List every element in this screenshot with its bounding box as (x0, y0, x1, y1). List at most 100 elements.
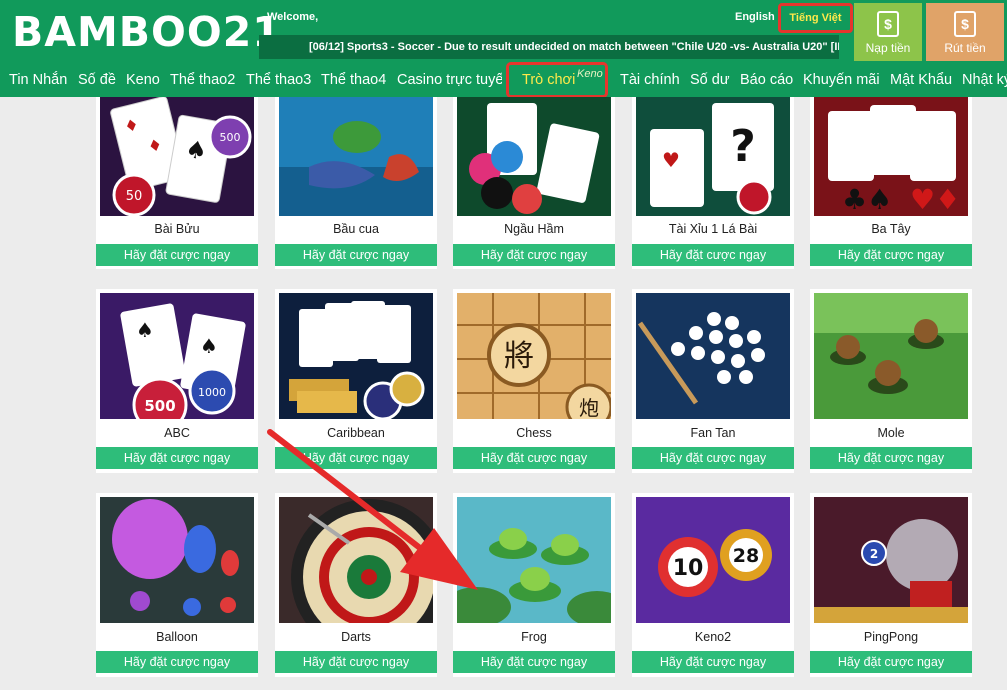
chip-label: 50 (126, 189, 143, 204)
game-thumbnail (279, 293, 433, 419)
game-name: Ba Tây (871, 222, 911, 236)
nav-password[interactable]: Mật Khẩu (890, 64, 952, 97)
nav-sports2[interactable]: Thể thao2 (170, 64, 235, 97)
game-thumbnail (636, 293, 790, 419)
welcome-text: Welcome, (267, 11, 319, 23)
nav-keno[interactable]: Keno (126, 64, 160, 97)
chess-piece-label: 將 (504, 339, 534, 374)
main-nav: Tin Nhắn Số đề Keno Thể thao2 Thể thao3 … (0, 64, 1007, 97)
game-name: Tài Xỉu 1 Lá Bài (668, 222, 758, 236)
keno-badge: Keno (577, 68, 603, 80)
game-thumbnail: ♠ ♠ 500 1000 (100, 293, 254, 419)
bet-now-button[interactable]: Hãy đặt cược ngay (632, 651, 794, 673)
money-icon: $ (954, 11, 976, 37)
game-name: Keno2 (694, 630, 732, 644)
game-thumbnail (100, 497, 254, 623)
svg-text:?: ? (730, 121, 756, 172)
deposit-button[interactable]: $ Nạp tiền (854, 3, 922, 61)
nav-live-casino[interactable]: Casino trực tuyến (397, 64, 502, 97)
game-thumbnail: ♦ ♦ ♠ 500 50 (100, 97, 254, 216)
game-card-ba-tay[interactable]: ♣♠ ♥♦ Ba Tây Hãy đặt cược ngay (810, 97, 972, 269)
bet-now-button[interactable]: Hãy đặt cược ngay (632, 244, 794, 266)
chess-piece-label: 炮 (579, 396, 599, 419)
game-thumbnail (279, 97, 433, 216)
site-logo[interactable]: BAMBOO21 (12, 8, 282, 56)
game-card-darts[interactable]: Darts Hãy đặt cược ngay (275, 493, 437, 677)
nav-messages[interactable]: Tin Nhắn (9, 64, 67, 97)
game-card-balloon[interactable]: Balloon Hãy đặt cược ngay (96, 493, 258, 677)
game-thumbnail: ♣♠ ♥♦ (814, 97, 968, 216)
chip-label: 500 (144, 397, 175, 415)
chip-label: 500 (220, 131, 241, 144)
nav-balance[interactable]: Số dư (690, 64, 730, 97)
game-name: PingPong (863, 630, 919, 644)
game-thumbnail: ♥ ? (636, 97, 790, 216)
game-name: ABC (164, 426, 190, 440)
game-card-abc[interactable]: ♠ ♠ 500 1000 ABC Hãy đặt cược ngay (96, 289, 258, 473)
svg-text:♠: ♠ (200, 334, 218, 358)
language-english-link[interactable]: English (735, 11, 775, 23)
ball-label: 2 (870, 547, 878, 561)
bet-now-button[interactable]: Hãy đặt cược ngay (96, 651, 258, 673)
nav-sports4[interactable]: Thể thao4 (321, 64, 386, 97)
nav-games[interactable]: Trò chơi (522, 64, 575, 97)
bet-now-button[interactable]: Hãy đặt cược ngay (810, 447, 972, 469)
game-thumbnail: 10 28 (636, 497, 790, 623)
game-thumbnail (457, 497, 611, 623)
game-name: Darts (341, 630, 371, 644)
top-header: BAMBOO21 Welcome, English Tiếng Việt [06… (0, 0, 1007, 64)
game-name: Bầu cua (333, 222, 379, 236)
language-vietnamese-label: Tiếng Việt (789, 12, 842, 24)
bet-now-button[interactable]: Hãy đặt cược ngay (810, 651, 972, 673)
svg-text:♣♠: ♣♠ (842, 183, 892, 216)
bet-now-button[interactable]: Hãy đặt cược ngay (810, 244, 972, 266)
bet-now-button[interactable]: Hãy đặt cược ngay (453, 651, 615, 673)
game-thumbnail: 2 (814, 497, 968, 623)
game-card-frog[interactable]: Frog Hãy đặt cược ngay (453, 493, 615, 677)
news-ticker: [06/12] Sports3 - Soccer - Due to result… (259, 35, 839, 59)
game-card-fan-tan[interactable]: Fan Tan Hãy đặt cược ngay (632, 289, 794, 473)
nav-lottery[interactable]: Số đề (78, 64, 116, 97)
game-card-ngau-ham[interactable]: Ngầu Hầm Hãy đặt cược ngay (453, 97, 615, 269)
game-name: Fan Tan (690, 426, 736, 440)
game-thumbnail (814, 293, 968, 419)
keno-ball-label: 10 (673, 556, 704, 581)
language-vietnamese-link[interactable]: Tiếng Việt (778, 3, 853, 33)
game-name: Frog (521, 630, 547, 644)
deposit-label: Nạp tiền (865, 41, 911, 55)
game-card-caribbean[interactable]: Caribbean Hãy đặt cược ngay (275, 289, 437, 473)
game-card-keno2[interactable]: 10 28 Keno2 Hãy đặt cược ngay (632, 493, 794, 677)
bet-now-button[interactable]: Hãy đặt cược ngay (275, 244, 437, 266)
bet-now-button[interactable]: Hãy đặt cược ngay (453, 244, 615, 266)
bet-now-button[interactable]: Hãy đặt cược ngay (275, 447, 437, 469)
game-name: Caribbean (327, 426, 385, 440)
bet-now-button[interactable]: Hãy đặt cược ngay (632, 447, 794, 469)
game-name: Mole (877, 426, 905, 440)
withdraw-label: Rút tiền (944, 41, 986, 55)
game-thumbnail (457, 97, 611, 216)
game-card-pingpong[interactable]: 2 PingPong Hãy đặt cược ngay (810, 493, 972, 677)
nav-finance[interactable]: Tài chính (620, 64, 680, 97)
game-card-bau-cua[interactable]: Bầu cua Hãy đặt cược ngay (275, 97, 437, 269)
game-name: Ngầu Hầm (504, 222, 564, 236)
nav-log[interactable]: Nhật ký (962, 64, 1007, 97)
game-card-bai-buu[interactable]: ♦ ♦ ♠ 500 50 Bài Bửu Hãy đặt cược ngay (96, 97, 258, 269)
svg-text:♥♦: ♥♦ (910, 183, 960, 216)
withdraw-button[interactable]: $ Rút tiền (926, 3, 1004, 61)
nav-reports[interactable]: Báo cáo (740, 64, 793, 97)
bet-now-button[interactable]: Hãy đặt cược ngay (96, 244, 258, 266)
svg-text:♠: ♠ (136, 318, 154, 342)
bet-now-button[interactable]: Hãy đặt cược ngay (275, 651, 437, 673)
bet-now-button[interactable]: Hãy đặt cược ngay (96, 447, 258, 469)
chip-label: 1000 (198, 386, 226, 399)
nav-promotions[interactable]: Khuyến mãi (803, 64, 880, 97)
game-card-mole[interactable]: Mole Hãy đặt cược ngay (810, 289, 972, 473)
nav-sports3[interactable]: Thể thao3 (246, 64, 311, 97)
game-name: Bài Bửu (154, 222, 200, 236)
bet-now-button[interactable]: Hãy đặt cược ngay (453, 447, 615, 469)
keno-ball-label: 28 (733, 545, 759, 567)
game-card-chess[interactable]: 將 炮 Chess Hãy đặt cược ngay (453, 289, 615, 473)
game-name: Balloon (156, 630, 198, 644)
game-thumbnail: 將 炮 (457, 293, 611, 419)
game-card-tai-xiu-1-la-bai[interactable]: ♥ ? Tài Xỉu 1 Lá Bài Hãy đặt cược ngay (632, 97, 794, 269)
